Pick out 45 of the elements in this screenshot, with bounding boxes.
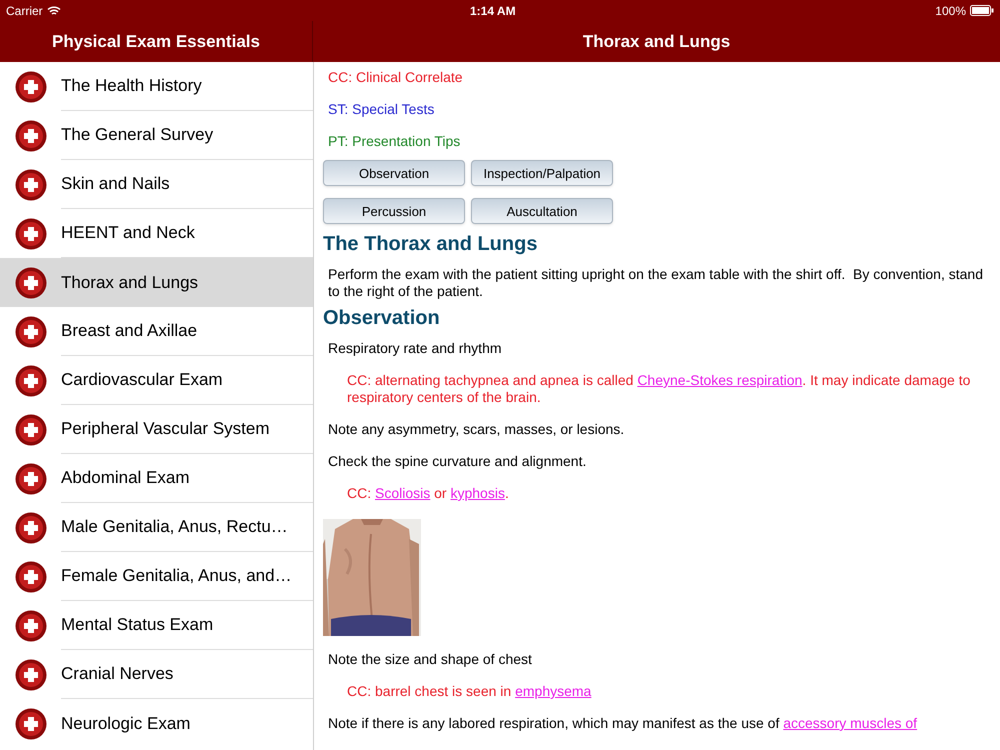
link[interactable]: Cheyne-Stokes respiration xyxy=(637,372,802,388)
medical-icon xyxy=(15,70,47,102)
body-text: Check the spine curvature and alignment. xyxy=(327,453,588,470)
link[interactable]: kyphosis xyxy=(450,485,505,501)
clock: 1:14 AM xyxy=(470,2,516,20)
medical-icon xyxy=(15,560,47,592)
medical-icon xyxy=(15,120,47,152)
medical-icon xyxy=(15,168,47,200)
medical-icon xyxy=(15,218,47,250)
body-text: Perform the exam with the patient sitting upright on the exam table with the shirt off. By convention, stand to the right of the patient. xyxy=(327,266,984,300)
link[interactable]: Scoliosis xyxy=(375,485,430,501)
legend-text: ST: Special Tests xyxy=(328,101,436,118)
carrier-label: Carrier xyxy=(6,2,43,20)
battery-icon xyxy=(970,5,994,16)
medical-icon xyxy=(15,364,47,396)
link[interactable]: emphysema xyxy=(515,683,592,699)
clinical-note: CC: barrel chest is seen in emphysema xyxy=(346,683,592,700)
section-heading: The Thorax and Lungs xyxy=(323,232,538,256)
medical-icon xyxy=(15,512,47,544)
page-title: Thorax and Lungs xyxy=(582,30,730,53)
legend-text: CC: Clinical Correlate xyxy=(328,69,464,86)
sidebar-title: Physical Exam Essentials xyxy=(52,30,260,53)
section-button[interactable]: Observation xyxy=(323,160,465,186)
medical-icon xyxy=(15,266,47,298)
body-text: Note if there is any labored respiration, which may manifest as the use of accessory muscles of xyxy=(327,715,918,732)
medical-icon xyxy=(15,658,47,690)
body-text: Respiratory rate and rhythm xyxy=(327,340,503,357)
medical-icon xyxy=(15,462,47,494)
battery-percent: 100% xyxy=(935,2,966,20)
section-button[interactable]: Inspection/Palpation xyxy=(471,160,613,186)
wifi-icon xyxy=(46,6,61,16)
legend-text: PT: Presentation Tips xyxy=(328,133,462,150)
section-heading: Observation xyxy=(323,306,441,330)
body-text: Note any asymmetry, scars, masses, or lesions. xyxy=(327,421,626,438)
section-button[interactable]: Percussion xyxy=(323,198,465,224)
clinical-note: CC: alternating tachypnea and apnea is called Cheyne-Stokes respiration. It may indicate damage to respiratory centers of the brain. xyxy=(346,372,972,406)
medical-icon xyxy=(15,316,47,348)
body-text: Note the size and shape of chest xyxy=(327,651,533,668)
medical-icon xyxy=(15,610,47,642)
medical-icon xyxy=(15,414,47,446)
section-button[interactable]: Auscultation xyxy=(471,198,613,224)
link[interactable]: accessory muscles of xyxy=(783,715,918,731)
medical-icon xyxy=(15,708,47,740)
clinical-note: CC: Scoliosis or kyphosis. xyxy=(346,485,510,502)
sidebar-item[interactable]: Thorax and Lungs xyxy=(0,258,313,307)
